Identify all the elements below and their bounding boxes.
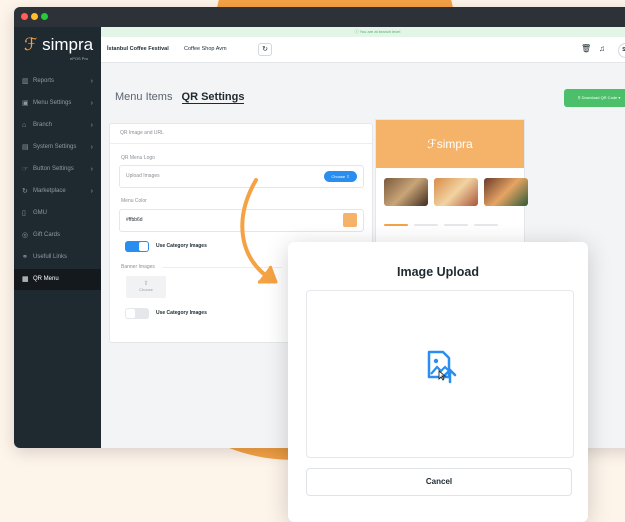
upload-icon: ⇧ [143,281,149,287]
menu-settings-icon: ▣ [22,100,29,107]
page-tabs: Menu Items QR Settings [115,91,245,104]
sidebar-item-label: Marketplace [33,188,66,194]
banner-images-label: Banner Images [121,264,159,270]
sidebar-item-label: GMU [33,210,47,216]
image-drop-zone[interactable] [306,290,574,458]
sidebar-item-system-settings[interactable]: ▤ System Settings › [14,137,101,158]
gift-card-icon: ◎ [22,232,29,239]
banner-choose-button[interactable]: ⇧ Choose [126,276,166,298]
trash-icon[interactable]: 🗑 [581,44,591,53]
chevron-right-icon: › [90,122,93,129]
marketplace-icon: ↻ [22,188,28,195]
menu-color-label: Menu Color [121,198,147,204]
color-swatch[interactable] [343,213,357,227]
top-bar: İstanbul Coffee Festival Coffee Shop Avm… [101,37,625,63]
sidebar-item-label: Button Settings [33,166,74,172]
sidebar-item-reports[interactable]: ▥ Reports › [14,71,101,92]
chevron-right-icon: › [90,166,93,173]
company-name[interactable]: İstanbul Coffee Festival [107,46,169,52]
sidebar-item-label: Branch [33,122,53,128]
banner-text: You are at branch level [359,29,401,34]
cancel-button[interactable]: Cancel [306,468,572,496]
sidebar-item-qr-menu[interactable]: ▦ QR Menu [14,269,101,290]
upload-placeholder: Upload Images [126,173,160,179]
sidebar-item-branch[interactable]: ⌂ Branch › [14,115,101,136]
upload-icon: ⇧ [346,174,350,179]
qr-icon: ▦ [22,276,29,283]
system-settings-icon: ▤ [22,144,29,151]
qr-menu-logo-label: QR Menu Logo [121,155,155,161]
sidebar-item-marketplace[interactable]: ↻ Marketplace › [14,181,101,202]
preview-header: ℱsimpra [376,120,524,168]
sidebar: ℱ simpra ePOS Pro ▥ Reports › ▣ Menu Settin… [14,27,101,448]
qr-icon: ⚲ [577,95,581,100]
chevron-down-icon: ▾ [618,95,621,100]
sidebar-item-usefull-links[interactable]: ⚭ Usefull Links [14,247,101,268]
menu-color-value: #ffbb6d [126,217,143,223]
chevron-right-icon: › [90,144,93,151]
sidebar-item-label: QR Menu [33,276,59,282]
preview-bar [384,224,408,226]
sidebar-item-label: Menu Settings [33,100,72,106]
preview-food-image [484,178,528,206]
close-window-icon[interactable] [21,13,28,20]
app-logo: ℱ simpra [24,35,93,55]
link-icon: ⚭ [22,254,28,261]
tab-menu-items[interactable]: Menu Items [115,91,172,103]
preview-bar [474,224,498,226]
bar-chart-icon: ▥ [22,78,29,85]
use-category-images-toggle-2[interactable] [125,308,149,319]
preview-bar [444,224,468,226]
sidebar-item-menu-settings[interactable]: ▣ Menu Settings › [14,93,101,114]
chevron-right-icon: › [90,188,93,195]
toggle-knob [139,242,148,251]
bell-icon[interactable]: ♫ [599,44,605,53]
modal-title: Image Upload [397,265,479,279]
preview-bar [414,224,438,226]
toggle-knob [126,309,135,318]
gmu-icon: ▯ [22,210,26,217]
use-category-images-label-2: Use Category Images [156,310,207,316]
logo-mark-icon: ℱ [427,137,437,151]
maximize-window-icon[interactable] [41,13,48,20]
choose-label: Choose [331,174,346,179]
branch-name[interactable]: Coffee Shop Avm [184,46,227,52]
choose-button[interactable]: Choose ⇧ [324,171,357,182]
curved-arrow-icon [240,178,278,284]
preview-logo-text: simpra [436,137,473,151]
preview-food-image [384,178,428,206]
chevron-right-icon: › [90,78,93,85]
use-category-images-toggle[interactable] [125,241,149,252]
logo-subtitle: ePOS Pro [70,56,89,61]
sidebar-item-label: Reports [33,78,55,84]
info-icon: ⓘ [354,29,359,34]
logo-mark-icon: ℱ [24,35,38,54]
preview-food-image [434,178,478,206]
image-upload-modal: Image Upload Cancel [288,242,588,522]
sidebar-item-label: Usefull Links [33,254,68,260]
user-avatar[interactable]: SF [618,43,625,58]
use-category-images-label: Use Category Images [156,243,207,249]
minimize-window-icon[interactable] [31,13,38,20]
sidebar-item-button-settings[interactable]: ☞ Button Settings › [14,159,101,180]
banner-choose-label: Choose [139,287,153,292]
tab-qr-settings[interactable]: QR Settings [181,91,245,104]
sidebar-item-label: Gift Cards [33,232,61,238]
card-header: QR Image and URL [110,124,372,144]
sidebar-item-gmu[interactable]: ▯ GMU [14,203,101,224]
logo-text: simpra [42,35,94,54]
sidebar-item-gift-cards[interactable]: ◎ Gift Cards [14,225,101,246]
sidebar-item-label: System Settings [33,144,77,150]
refresh-icon[interactable]: ↻ [258,43,272,56]
button-settings-icon: ☞ [22,166,29,173]
branch-level-banner: ⓘ You are at branch level [101,27,625,37]
branch-icon: ⌂ [22,122,27,129]
window-titlebar [14,7,625,27]
image-upload-icon [427,350,457,384]
download-qr-code-button[interactable]: ⚲ Download QR Code ▾ [564,89,625,107]
download-qr-code-label: Download QR Code [581,95,618,100]
chevron-right-icon: › [90,100,93,107]
